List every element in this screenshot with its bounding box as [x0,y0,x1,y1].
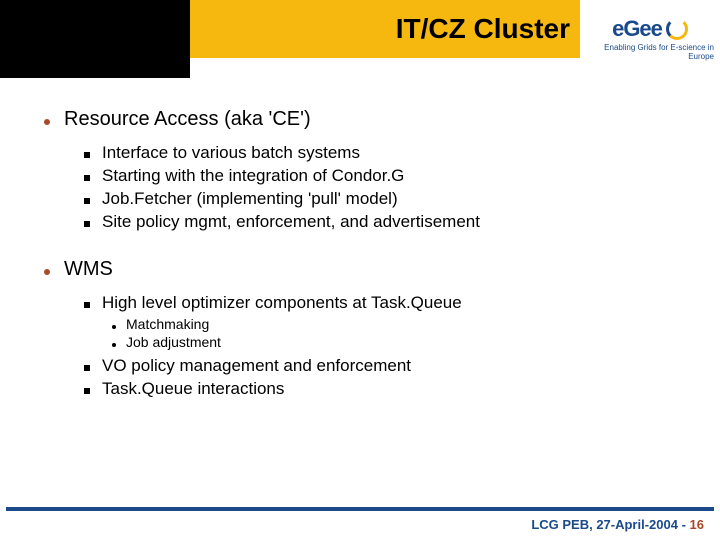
slide-title: IT/CZ Cluster [396,13,570,45]
section-wms: WMS High level optimizer components at T… [44,258,676,399]
list-item: Task.Queue interactions [84,379,676,399]
sub-sub-list: Matchmaking Job adjustment [112,316,676,350]
item-text: Job.Fetcher (implementing 'pull' model) [102,189,398,209]
section-resource-access: Resource Access (aka 'CE') Interface to … [44,108,676,232]
sub-list: High level optimizer components at Task.… [84,293,676,399]
square-bullet-icon [84,302,90,308]
bullet-icon [44,119,50,125]
square-bullet-icon [84,388,90,394]
item-text: Job adjustment [126,334,221,350]
list-item: Job adjustment [112,334,676,350]
square-bullet-icon [84,198,90,204]
section-title: Resource Access (aka 'CE') [64,108,311,131]
square-bullet-icon [84,221,90,227]
item-text: High level optimizer components at Task.… [102,293,462,313]
slide-header: IT/CZ Cluster eGee Enabling Grids for E-… [0,0,720,78]
dot-bullet-icon [112,325,116,329]
list-item: Matchmaking [112,316,676,332]
list-item: Interface to various batch systems [84,143,676,163]
logo-letters: eGee [612,16,662,42]
header-black-box [0,0,190,78]
square-bullet-icon [84,152,90,158]
section-heading: WMS [44,258,676,281]
list-item: Site policy mgmt, enforcement, and adver… [84,212,676,232]
section-title: WMS [64,258,113,281]
logo-tagline: Enabling Grids for E-science in Europe [586,44,714,62]
list-item: VO policy management and enforcement [84,356,676,376]
bullet-icon [44,269,50,275]
section-heading: Resource Access (aka 'CE') [44,108,676,131]
slide-content: Resource Access (aka 'CE') Interface to … [0,78,720,399]
egee-logo: eGee Enabling Grids for E-science in Eur… [580,0,720,78]
logo-main: eGee [612,16,688,42]
item-text: VO policy management and enforcement [102,356,411,376]
dot-bullet-icon [112,343,116,347]
list-item: High level optimizer components at Task.… [84,293,676,313]
square-bullet-icon [84,175,90,181]
item-text: Task.Queue interactions [102,379,284,399]
page-number: 16 [690,517,704,532]
square-bullet-icon [84,365,90,371]
item-text: Site policy mgmt, enforcement, and adver… [102,212,480,232]
list-item: Job.Fetcher (implementing 'pull' model) [84,189,676,209]
item-text: Starting with the integration of Condor.… [102,166,404,186]
footer-label: LCG PEB, 27-April-2004 - [531,517,689,532]
footer-text: LCG PEB, 27-April-2004 - 16 [0,511,720,540]
list-item: Starting with the integration of Condor.… [84,166,676,186]
sub-list: Interface to various batch systems Start… [84,143,676,232]
item-text: Interface to various batch systems [102,143,360,163]
item-text: Matchmaking [126,316,209,332]
globe-icon [666,18,688,40]
slide-footer: LCG PEB, 27-April-2004 - 16 [0,507,720,540]
